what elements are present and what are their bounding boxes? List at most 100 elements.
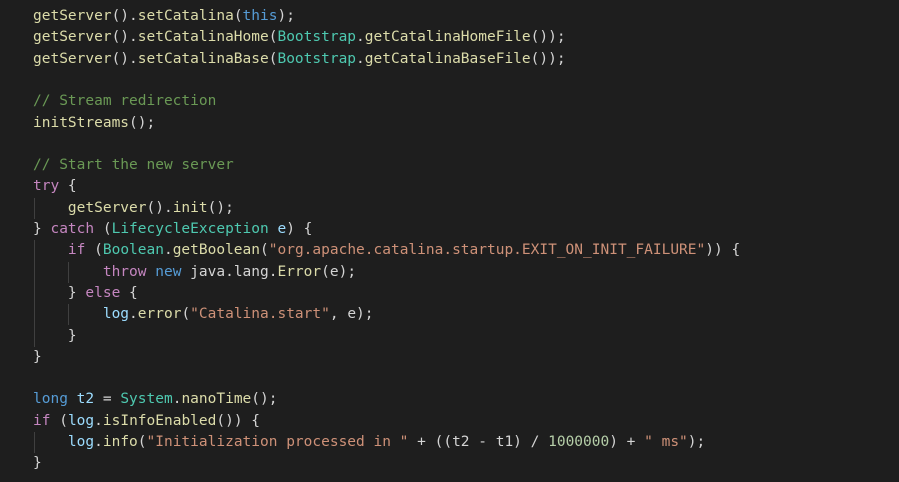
code-line[interactable]: } bbox=[33, 326, 77, 347]
code-token: (). bbox=[146, 199, 173, 216]
code-token: error bbox=[137, 306, 182, 323]
code-line[interactable]: log.error("Catalina.start", e); bbox=[33, 304, 374, 325]
code-token: ) + bbox=[609, 434, 645, 450]
code-token: else bbox=[85, 284, 121, 301]
code-token: 1000000 bbox=[548, 434, 610, 450]
code-token: t2 bbox=[76, 391, 95, 408]
code-token: . bbox=[94, 434, 103, 450]
code-line[interactable]: if (Boolean.getBoolean("org.apache.catal… bbox=[33, 240, 740, 261]
code-token: getServer bbox=[67, 199, 147, 216]
code-token: if bbox=[67, 242, 86, 259]
code-token: setCatalina bbox=[137, 8, 234, 24]
code-line[interactable]: // Start the new server bbox=[33, 155, 234, 176]
code-token: ( bbox=[50, 412, 68, 429]
code-line[interactable]: log.info("Initialization processed in " … bbox=[33, 432, 705, 453]
code-token: . bbox=[163, 242, 173, 259]
code-token: nanoTime bbox=[181, 391, 252, 408]
code-editor[interactable]: getServer().setCatalina(this); getServer(… bbox=[0, 0, 899, 482]
code-token: info bbox=[102, 434, 138, 450]
code-token: LifecycleException bbox=[111, 221, 269, 237]
code-line[interactable]: } else { bbox=[33, 283, 138, 304]
code-token: } bbox=[33, 327, 77, 344]
code-token: "org.apache.catalina.startup.EXIT_ON_INI… bbox=[268, 242, 706, 259]
code-line[interactable]: throw new java.lang.Error(e); bbox=[33, 262, 356, 283]
code-token: // Stream redirection bbox=[33, 93, 217, 110]
code-token: )) { bbox=[705, 242, 741, 259]
code-token: , e); bbox=[329, 306, 374, 323]
code-token: ( bbox=[260, 242, 269, 259]
code-token: getServer bbox=[33, 50, 112, 67]
code-line[interactable]: getServer().setCatalinaHome(Bootstrap.ge… bbox=[33, 27, 566, 48]
code-line[interactable]: } bbox=[33, 453, 42, 474]
code-token: (); bbox=[129, 114, 156, 131]
code-token: ( bbox=[94, 221, 112, 237]
code-token: (). bbox=[111, 8, 138, 24]
code-token: "Initialization processed in " bbox=[146, 434, 409, 450]
code-line[interactable]: if (log.isInfoEnabled()) { bbox=[33, 411, 260, 432]
code-token: initStreams bbox=[33, 114, 130, 131]
code-token: } bbox=[33, 221, 51, 237]
code-token: ) { bbox=[286, 221, 313, 237]
code-line[interactable]: try { bbox=[33, 176, 77, 197]
code-token: { bbox=[120, 284, 138, 301]
code-token: Bootstrap bbox=[277, 50, 357, 67]
code-token: { bbox=[59, 178, 77, 195]
code-line[interactable]: getServer().setCatalina(this); bbox=[33, 6, 295, 27]
code-token: if bbox=[33, 412, 51, 429]
code-token: (); bbox=[251, 391, 278, 408]
code-token: new bbox=[155, 263, 182, 280]
code-token: setCatalinaBase bbox=[137, 50, 269, 67]
code-token: try bbox=[33, 178, 60, 195]
code-token: } bbox=[33, 348, 42, 365]
code-token: getCatalinaBaseFile bbox=[364, 50, 531, 67]
code-token: ( bbox=[137, 434, 147, 450]
code-token: "Catalina.start" bbox=[190, 306, 330, 323]
code-token: isInfoEnabled bbox=[102, 412, 217, 429]
code-token: Bootstrap bbox=[277, 29, 357, 46]
code-token: ); bbox=[687, 434, 706, 450]
code-token: + ((t2 - t1) / bbox=[408, 434, 549, 450]
code-token: java.lang. bbox=[181, 263, 278, 280]
code-token: ()) { bbox=[216, 412, 261, 429]
code-token: log bbox=[102, 306, 130, 323]
code-token: ()); bbox=[530, 29, 566, 46]
code-token: log bbox=[67, 434, 95, 450]
code-token: } bbox=[33, 455, 42, 472]
code-line[interactable]: getServer().setCatalinaBase(Bootstrap.ge… bbox=[33, 49, 566, 70]
code-token: . bbox=[94, 412, 103, 429]
code-token: = bbox=[94, 391, 121, 408]
code-token: log bbox=[67, 412, 95, 429]
code-token: this bbox=[242, 8, 278, 24]
code-token: (). bbox=[111, 50, 138, 67]
code-token: init bbox=[172, 199, 208, 216]
code-line[interactable]: } catch (LifecycleException e) { bbox=[33, 219, 312, 240]
code-line[interactable]: long t2 = System.nanoTime(); bbox=[33, 389, 278, 410]
code-token: ( bbox=[233, 8, 243, 24]
code-token: Boolean bbox=[102, 242, 164, 259]
code-token: (e); bbox=[321, 263, 357, 280]
code-line[interactable]: getServer().init(); bbox=[33, 198, 234, 219]
code-token: (); bbox=[207, 199, 234, 216]
code-line[interactable]: // Stream redirection bbox=[33, 91, 216, 112]
code-token: getCatalinaHomeFile bbox=[364, 29, 531, 46]
code-token: . bbox=[356, 50, 365, 67]
code-line[interactable]: initStreams(); bbox=[33, 113, 155, 134]
vertical-scrollbar[interactable] bbox=[891, 0, 899, 482]
code-token: (). bbox=[111, 29, 138, 46]
code-token: . bbox=[356, 29, 365, 46]
code-token: ( bbox=[85, 242, 103, 259]
code-token: . bbox=[129, 306, 138, 323]
code-line[interactable]: } bbox=[33, 347, 42, 368]
code-token: long bbox=[33, 391, 68, 408]
code-token: " ms" bbox=[644, 434, 688, 450]
code-token: ( bbox=[181, 306, 191, 323]
code-token: e bbox=[277, 221, 287, 237]
code-token: // Start the new server bbox=[33, 157, 234, 174]
